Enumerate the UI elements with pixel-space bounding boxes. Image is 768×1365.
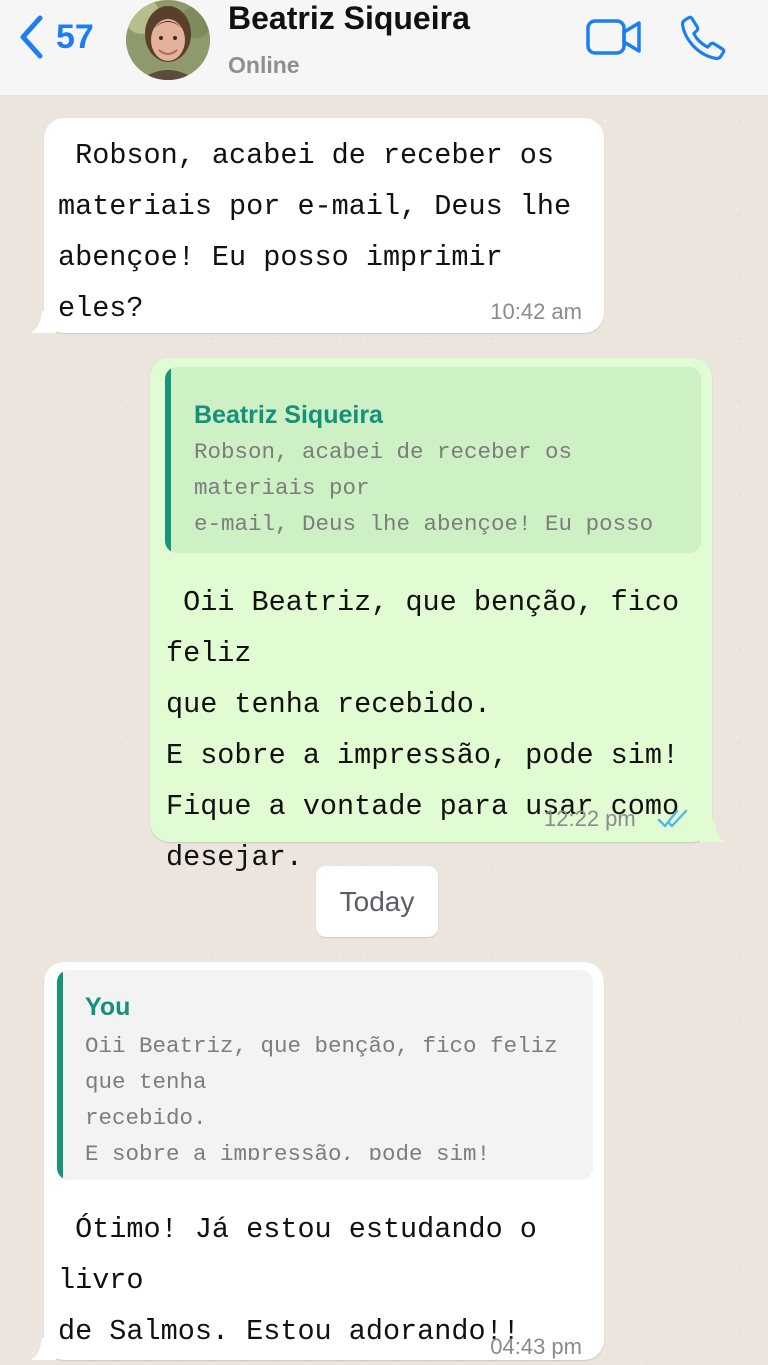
message-bubble-outgoing[interactable]: Beatriz Siqueira Robson, acabei de receb… — [150, 358, 726, 874]
quoted-text: Oii Beatriz, que benção, fico feliz que … — [85, 1033, 558, 1160]
bubble-tail — [30, 1338, 56, 1360]
message-time: 04:43 pm — [490, 1334, 582, 1359]
contact-status: Online — [228, 52, 300, 78]
avatar-photo — [126, 0, 210, 80]
quote-accent-bar — [57, 970, 63, 1180]
bubble-tail — [30, 311, 56, 333]
quoted-message[interactable]: Beatriz Siqueira Robson, acabei de receb… — [165, 367, 701, 553]
date-separator: Today — [316, 866, 438, 937]
quoted-author: You — [85, 993, 131, 1021]
message-bubble-incoming[interactable]: Robson, acabei de receber os materiais p… — [30, 118, 604, 333]
double-check-icon — [657, 809, 688, 828]
chat-header: 57 Beatriz Siqueira Online — [0, 0, 768, 96]
contact-name[interactable]: Beatriz Siqueira — [228, 0, 470, 37]
quoted-message[interactable]: You Oii Beatriz, que benção, fico feliz … — [57, 970, 593, 1180]
avatar[interactable] — [126, 0, 210, 80]
chevron-left-icon — [20, 15, 43, 59]
video-camera-icon — [586, 19, 641, 55]
back-button[interactable]: 57 — [18, 14, 94, 60]
unread-count: 57 — [56, 17, 94, 56]
quote-accent-bar — [165, 367, 171, 553]
quoted-author: Beatriz Siqueira — [194, 401, 383, 429]
voice-call-button[interactable] — [678, 13, 728, 63]
quoted-text: Robson, acabei de receber os materiais p… — [194, 439, 654, 537]
message-bubble-incoming[interactable]: You Oii Beatriz, que benção, fico feliz … — [30, 962, 604, 1360]
message-text: Oii Beatriz, que benção, fico feliz que … — [166, 586, 680, 874]
message-time: 10:42 am — [490, 299, 582, 324]
message-time: 12:22 pm — [544, 806, 636, 831]
video-call-button[interactable] — [585, 16, 643, 58]
phone-icon — [680, 15, 726, 61]
